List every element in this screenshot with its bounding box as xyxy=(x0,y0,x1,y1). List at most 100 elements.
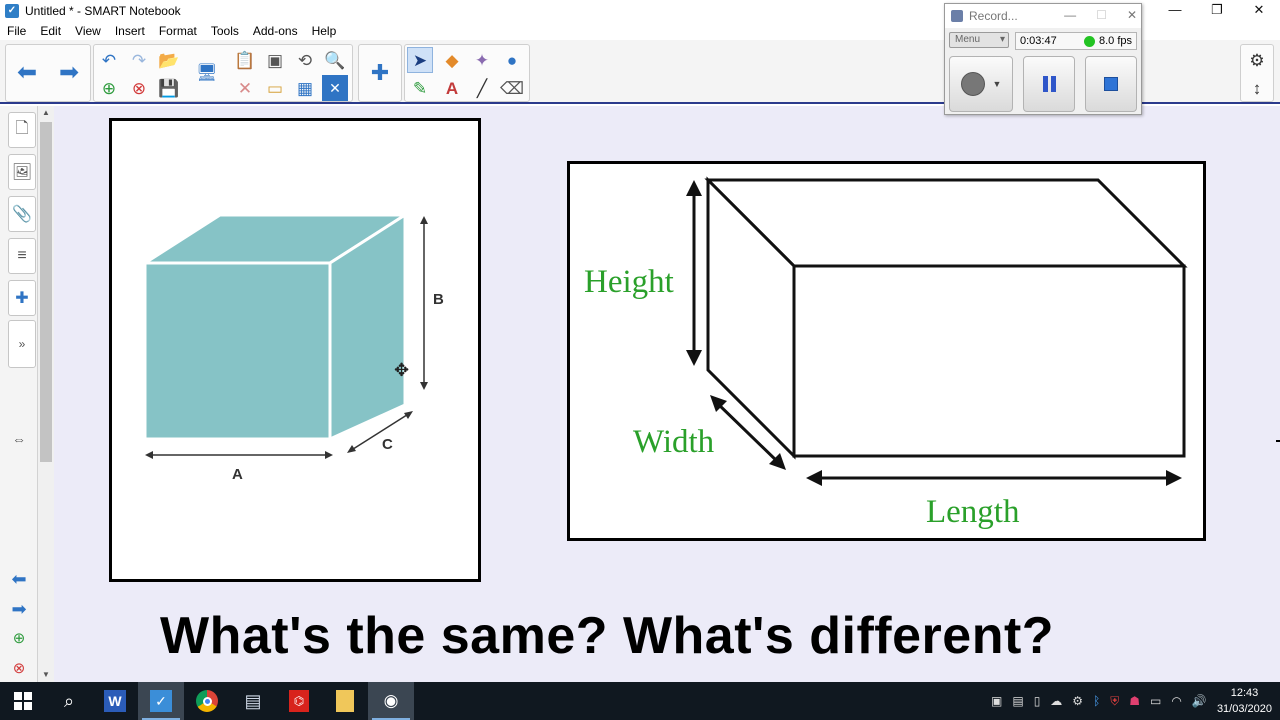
taskbar-word-button[interactable]: W xyxy=(92,682,138,720)
screen-shade-icon[interactable]: ⟲ xyxy=(292,47,318,73)
battery-icon[interactable]: ▭ xyxy=(1150,694,1161,708)
sidebar-previous-icon[interactable]: ⬅ xyxy=(6,568,32,590)
close-page-icon[interactable]: ✕ xyxy=(322,75,348,101)
magic-pen-icon[interactable]: ✦ xyxy=(469,47,495,73)
screen-capture-icon[interactable]: ▣ xyxy=(262,47,288,73)
redo-icon[interactable]: ↷ xyxy=(126,47,152,73)
sidebar-delete-page-icon[interactable]: ⊗ xyxy=(6,658,32,680)
move-sidebar-icon[interactable]: ⇔ xyxy=(6,428,32,450)
eraser-tool-icon[interactable]: ⌫ xyxy=(499,75,525,101)
volume-icon[interactable]: 🔊 xyxy=(1192,694,1207,708)
taskbar-app-button[interactable]: ▤ xyxy=(230,682,276,720)
menu-addons[interactable]: Add-ons xyxy=(246,24,305,38)
delete-icon[interactable]: ✕ xyxy=(232,75,258,101)
tray-shield-icon[interactable]: ⛨ xyxy=(1110,694,1119,709)
shapes-tool-icon[interactable]: ◆ xyxy=(439,47,465,73)
save-icon[interactable]: 💾 xyxy=(156,75,182,101)
open-folder-icon[interactable]: 📂 xyxy=(156,47,182,73)
next-page-button[interactable]: ➡ xyxy=(56,60,82,86)
recorder-menu-dropdown[interactable]: Menu ▾ xyxy=(949,32,1009,48)
paste-icon[interactable]: 📋 xyxy=(232,47,258,73)
table-icon[interactable]: ▦ xyxy=(292,75,318,101)
height-label: Height xyxy=(584,264,674,300)
sidebar-next-icon[interactable]: ➡ xyxy=(6,598,32,620)
addons-tab[interactable]: ✚ xyxy=(8,280,36,316)
menu-view[interactable]: View xyxy=(68,24,108,38)
edit-button-group: ↶ ↷ 📂 ⊕ ⊗ 💾 🖥 📋 ▣ ⟲ 🔍 ✕ ▭ ▦ ✕ xyxy=(93,44,353,102)
menu-tools[interactable]: Tools xyxy=(204,24,246,38)
tray-usb-icon[interactable]: ▯ xyxy=(1034,694,1041,708)
add-page-icon[interactable]: ⊕ xyxy=(96,75,122,101)
tray-onedrive-icon[interactable]: ☁ xyxy=(1050,694,1062,708)
menu-format[interactable]: Format xyxy=(152,24,204,38)
scroll-down-icon[interactable]: ▼ xyxy=(38,668,54,682)
tray-settings-icon[interactable]: ⚙ xyxy=(1072,694,1083,708)
delete-page-icon[interactable]: ⊗ xyxy=(126,75,152,101)
record-button[interactable]: ▼ xyxy=(949,56,1013,112)
undo-icon[interactable]: ↶ xyxy=(96,47,122,73)
line-tool-icon[interactable]: ╱ xyxy=(469,75,495,101)
text-tool-icon[interactable]: A xyxy=(439,75,465,101)
taskbar-chrome-button[interactable] xyxy=(184,682,230,720)
page-sorter-tab[interactable]: 🗋 xyxy=(8,112,36,148)
taskbar-clock[interactable]: 12:43 31/03/2020 xyxy=(1217,685,1272,717)
pens-tool-icon[interactable]: ✎ xyxy=(407,75,433,101)
menu-edit[interactable]: Edit xyxy=(33,24,68,38)
clock-time: 12:43 xyxy=(1230,687,1259,699)
properties-tab[interactable]: ≡ xyxy=(8,238,36,274)
recorder-minimize-button[interactable]: — xyxy=(1064,8,1076,22)
recorder-icon: ◉ xyxy=(383,691,399,710)
wifi-icon[interactable]: ◠ xyxy=(1171,694,1181,708)
arrowhead xyxy=(1166,470,1182,486)
minimize-button[interactable]: — xyxy=(1154,0,1196,22)
taskbar-acrobat-button[interactable]: ⌬ xyxy=(276,682,322,720)
previous-page-button[interactable]: ⬅ xyxy=(14,60,40,86)
bluetooth-icon[interactable]: ᛒ xyxy=(1093,694,1100,708)
puzzle-icon[interactable]: ✚ xyxy=(367,60,393,86)
collapse-panel-tab[interactable]: » xyxy=(8,320,36,368)
taskbar-smart-notebook-button[interactable]: ✓ xyxy=(138,682,184,720)
whiteboard-canvas[interactable]: A B C ✥ Height Width Length xyxy=(54,106,1280,682)
gallery-tab[interactable]: 🖼 xyxy=(8,154,36,190)
recorder-close-button[interactable]: ✕ xyxy=(1127,8,1137,22)
record-dropdown-icon[interactable]: ▼ xyxy=(993,79,1002,89)
toolbar-position-icon[interactable]: ↕ xyxy=(1244,75,1270,101)
start-button[interactable] xyxy=(0,682,46,720)
tray-people-icon[interactable]: ☗ xyxy=(1129,694,1140,708)
gear-icon[interactable]: ⚙ xyxy=(1244,47,1270,73)
attachments-tab[interactable]: 📎 xyxy=(8,196,36,232)
tray-network-drive-icon[interactable]: ▤ xyxy=(1012,694,1023,708)
recorder-status-bar: 0:03:47 8.0 fps xyxy=(1015,32,1137,50)
dimension-a-label: A xyxy=(232,466,243,483)
tools-button-group: ➤ ◆ ✦ ● ✎ A ╱ ⌫ xyxy=(404,44,530,102)
cube-image[interactable]: A B C ✥ xyxy=(109,118,481,582)
screen-icon[interactable]: ▭ xyxy=(262,75,288,101)
menu-insert[interactable]: Insert xyxy=(108,24,152,38)
arrowhead xyxy=(404,411,413,419)
sidebar-add-page-icon[interactable]: ⊕ xyxy=(6,628,32,650)
stop-button[interactable] xyxy=(1085,56,1137,112)
cuboid-image[interactable]: Height Width Length xyxy=(567,161,1206,541)
scroll-thumb[interactable] xyxy=(40,122,52,462)
tray-app-icon[interactable]: ▣ xyxy=(991,694,1002,708)
question-text[interactable]: What's the same? What's different? xyxy=(160,606,1054,666)
taskbar-recorder-button[interactable]: ◉ xyxy=(368,682,414,720)
record-icon xyxy=(960,72,985,96)
menu-file[interactable]: File xyxy=(0,24,33,38)
close-button[interactable]: ✕ xyxy=(1238,0,1280,22)
recording-status-indicator xyxy=(1083,35,1095,47)
select-tool-icon[interactable]: ➤ xyxy=(407,47,433,73)
search-icon[interactable]: ⌕ xyxy=(46,682,92,720)
magnifier-icon[interactable]: 🔍 xyxy=(322,47,348,73)
width-label: Width xyxy=(633,424,715,460)
restore-button[interactable]: ❐ xyxy=(1196,0,1238,22)
arrowhead xyxy=(686,350,702,366)
cube-front-face xyxy=(143,261,332,441)
scroll-up-icon[interactable]: ▲ xyxy=(38,106,54,120)
taskbar-file-explorer-button[interactable] xyxy=(322,682,368,720)
pause-button[interactable] xyxy=(1023,56,1075,112)
vertical-scrollbar[interactable]: ▲ ▼ xyxy=(38,106,54,682)
fill-tool-icon[interactable]: ● xyxy=(499,47,525,73)
display-icon[interactable]: 🖥 xyxy=(194,59,220,85)
menu-help[interactable]: Help xyxy=(305,24,344,38)
